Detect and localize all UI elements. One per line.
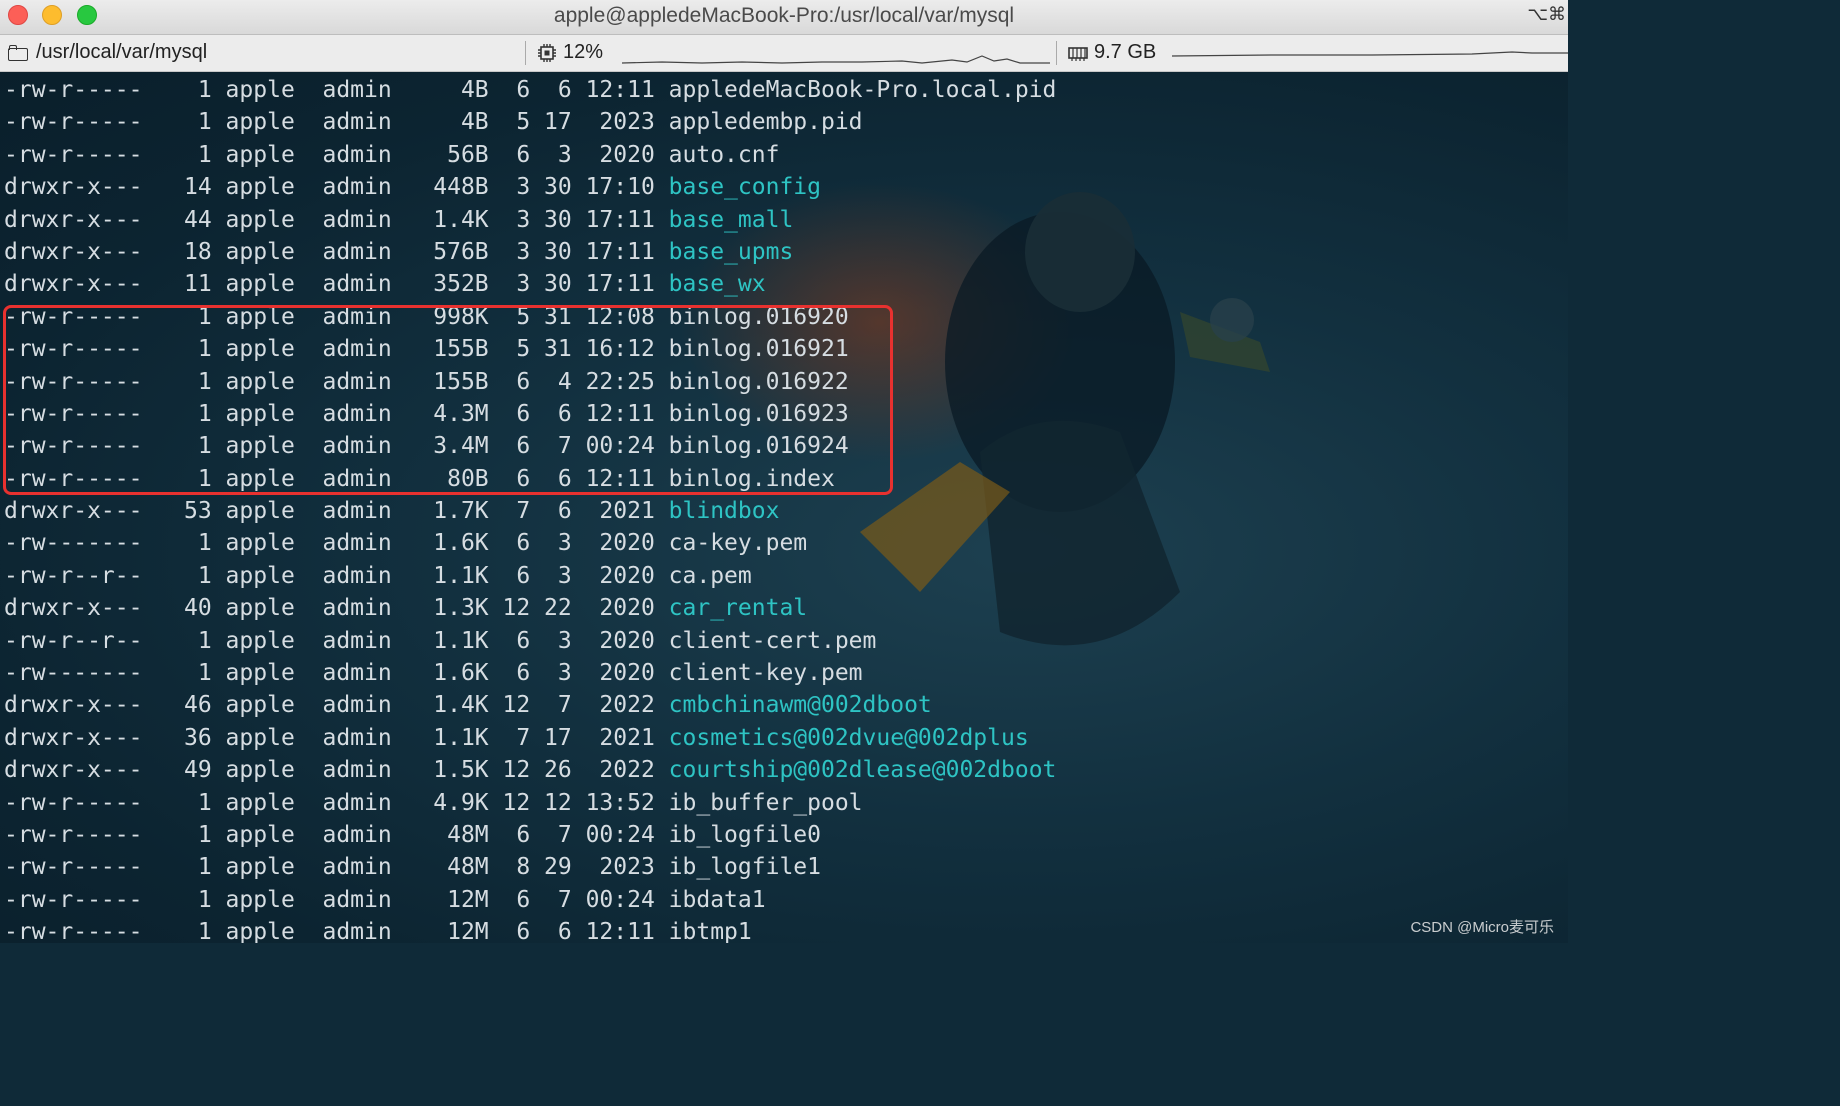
cpu-status[interactable]: 12%: [537, 41, 603, 64]
file-meta: drwxr-x--- 14 apple admin 448B 3 30 17:1…: [4, 174, 669, 201]
file-meta: -rw-r--r-- 1 apple admin 1.1K 6 3 2020: [4, 562, 669, 589]
file-meta: -rw-r----- 1 apple admin 48M 6 7 00:24: [4, 821, 669, 848]
directory-name: blindbox: [668, 498, 780, 525]
file-name: ca-key.pem: [668, 530, 808, 557]
file-meta: drwxr-x--- 46 apple admin 1.4K 12 7 2022: [4, 692, 669, 719]
directory-name: base_mall: [668, 206, 794, 233]
directory-name: base_config: [668, 174, 821, 201]
directory-name: cosmetics@002dvue@002dplus: [668, 724, 1029, 751]
file-row: -rw-r----- 1 apple admin 12M 6 6 12:11 i…: [4, 916, 1056, 943]
file-row: -rw-r----- 1 apple admin 4.9K 12 12 13:5…: [4, 787, 1056, 819]
window-title: apple@appledeMacBook-Pro:/usr/local/var/…: [553, 4, 1015, 27]
watermark: CSDN @Micro麦可乐: [1410, 919, 1554, 936]
file-meta: -rw------- 1 apple admin 1.6K 6 3 2020: [4, 660, 669, 687]
file-row: -rw-r----- 1 apple admin 56B 6 3 2020 au…: [4, 139, 1056, 171]
path-status[interactable]: /usr/local/var/mysql: [8, 41, 207, 64]
cpu-icon: [538, 43, 556, 62]
file-name: appledeMacBook-Pro.local.pid: [668, 77, 1057, 103]
file-name: appledembp.pid: [668, 109, 863, 136]
file-meta: -rw-r----- 1 apple admin 12M 6 7 00:24: [4, 886, 669, 913]
cpu-usage: 12%: [563, 41, 604, 63]
file-meta: drwxr-x--- 44 apple admin 1.4K 3 30 17:1…: [4, 206, 669, 233]
memory-usage: 9.7 GB: [1094, 41, 1157, 63]
file-meta: -rw-r----- 1 apple admin 48M 8 29 2023: [4, 854, 669, 881]
file-row: -rw-r----- 1 apple admin 4B 5 17 2023 ap…: [4, 106, 1056, 138]
file-meta: -rw-r----- 1 apple admin 56B 6 3 2020: [4, 141, 669, 168]
file-name: auto.cnf: [668, 141, 780, 168]
terminal-output[interactable]: -rw-r----- 1 apple admin 4B 6 6 12:11 ap…: [0, 72, 1568, 943]
file-row: -rw-r----- 1 apple admin 4B 6 6 12:11 ap…: [4, 74, 1056, 106]
file-meta: -rw-r----- 1 apple admin 4.9K 12 12 13:5…: [4, 789, 669, 816]
file-meta: drwxr-x--- 53 apple admin 1.7K 7 6 2021: [4, 498, 669, 525]
file-row: -rw-r--r-- 1 apple admin 1.1K 6 3 2020 c…: [4, 625, 1056, 657]
file-row: drwxr-x--- 14 apple admin 448B 3 30 17:1…: [4, 171, 1056, 203]
file-meta: -rw-r--r-- 1 apple admin 1.1K 6 3 2020: [4, 627, 669, 654]
cpu-sparkline: [622, 55, 1050, 64]
file-meta: -rw------- 1 apple admin 1.6K 6 3 2020: [4, 530, 669, 557]
file-name: ib_buffer_pool: [668, 789, 863, 816]
file-row: -rw------- 1 apple admin 1.6K 6 3 2020 c…: [4, 657, 1056, 689]
directory-name: car_rental: [668, 595, 808, 622]
file-meta: drwxr-x--- 11 apple admin 352B 3 30 17:1…: [4, 271, 669, 298]
file-row: drwxr-x--- 53 apple admin 1.7K 7 6 2021 …: [4, 495, 1056, 527]
memory-sparkline: [1172, 51, 1568, 57]
file-meta: -rw-r----- 1 apple admin 12M 6 6 12:11: [4, 919, 669, 943]
file-name: client-key.pem: [668, 660, 863, 687]
file-row: drwxr-x--- 36 apple admin 1.1K 7 17 2021…: [4, 722, 1056, 754]
file-row: drwxr-x--- 49 apple admin 1.5K 12 26 202…: [4, 754, 1056, 786]
divider: [525, 41, 526, 65]
directory-name: base_wx: [668, 271, 766, 298]
file-meta: -rw-r----- 1 apple admin 4B 5 17 2023: [4, 109, 669, 136]
file-row: drwxr-x--- 46 apple admin 1.4K 12 7 2022…: [4, 689, 1056, 721]
file-name: ibdata1: [668, 886, 766, 913]
current-path: /usr/local/var/mysql: [36, 41, 208, 63]
shortcut-indicator: ⌥⌘: [1527, 4, 1566, 25]
ls-listing: -rw-r----- 1 apple admin 4B 6 6 12:11 ap…: [4, 74, 1056, 943]
file-name: ib_logfile1: [668, 854, 821, 881]
file-row: -rw-r----- 1 apple admin 12M 6 7 00:24 i…: [4, 884, 1056, 916]
file-row: drwxr-x--- 11 apple admin 352B 3 30 17:1…: [4, 268, 1056, 300]
file-name: ca.pem: [668, 562, 752, 589]
title-bar: apple@appledeMacBook-Pro:/usr/local/var/…: [0, 0, 1568, 35]
file-meta: drwxr-x--- 49 apple admin 1.5K 12 26 202…: [4, 757, 669, 784]
file-name: ibtmp1: [668, 919, 752, 943]
file-row: drwxr-x--- 18 apple admin 576B 3 30 17:1…: [4, 236, 1056, 268]
file-row: drwxr-x--- 44 apple admin 1.4K 3 30 17:1…: [4, 204, 1056, 236]
directory-name: cmbchinawm@002dboot: [668, 692, 932, 719]
divider: [1056, 41, 1057, 65]
memory-icon: [1068, 46, 1088, 61]
file-meta: drwxr-x--- 36 apple admin 1.1K 7 17 2021: [4, 724, 669, 751]
memory-status[interactable]: 9.7 GB: [1068, 41, 1156, 64]
file-row: -rw-r----- 1 apple admin 48M 8 29 2023 i…: [4, 851, 1056, 883]
file-meta: -rw-r----- 1 apple admin 4B 6 6 12:11: [4, 77, 669, 103]
file-name: ib_logfile0: [668, 821, 821, 848]
file-name: client-cert.pem: [668, 627, 877, 654]
status-bar: /usr/local/var/mysql 12% 9.7 GB: [0, 35, 1568, 72]
directory-name: base_upms: [668, 238, 794, 265]
file-row: -rw-r----- 1 apple admin 48M 6 7 00:24 i…: [4, 819, 1056, 851]
binlog-highlight-box: [3, 305, 893, 495]
file-meta: drwxr-x--- 40 apple admin 1.3K 12 22 202…: [4, 595, 669, 622]
file-row: -rw------- 1 apple admin 1.6K 6 3 2020 c…: [4, 527, 1056, 559]
directory-name: courtship@002dlease@002dboot: [668, 757, 1057, 784]
file-meta: drwxr-x--- 18 apple admin 576B 3 30 17:1…: [4, 238, 669, 265]
file-row: -rw-r--r-- 1 apple admin 1.1K 6 3 2020 c…: [4, 560, 1056, 592]
file-row: drwxr-x--- 40 apple admin 1.3K 12 22 202…: [4, 592, 1056, 624]
folder-icon: [8, 44, 30, 61]
